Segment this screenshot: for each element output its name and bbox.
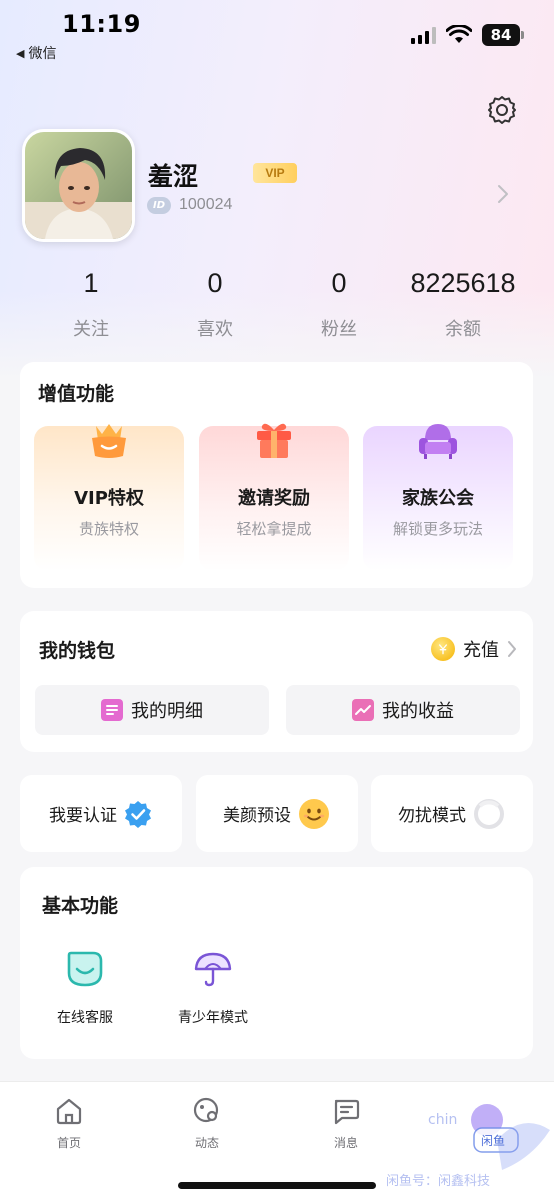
cellular-signal-icon [411, 26, 436, 44]
beauty-label: 美颜预设 [223, 806, 291, 826]
chevron-right-icon[interactable] [496, 183, 510, 205]
stat-label: 余额 [445, 319, 481, 340]
back-label: 微信 [28, 46, 57, 62]
wallet-card: 我的钱包 充值 我的明细 我的收益 [20, 611, 533, 752]
chevron-right-icon [508, 641, 516, 657]
watermark: chin 闲鱼 闲鱼号：闲鑫科技 [382, 1100, 554, 1192]
vip-badge: VIP [253, 163, 297, 183]
status-indicators: 84 [411, 24, 524, 46]
my-detail-button[interactable]: 我的明细 [35, 685, 269, 735]
tab-label: 消息 [333, 1136, 358, 1150]
home-indicator [178, 1182, 376, 1189]
feature-subtitle: 贵族特权 [78, 520, 139, 538]
gift-icon [257, 423, 291, 458]
nickname: 羞涩 [148, 162, 199, 191]
stat-following[interactable]: 1 关注 [29, 268, 153, 341]
income-chart-icon [352, 699, 374, 721]
basic-functions-card: 基本功能 在线客服 青少年模式 [20, 867, 533, 1059]
stat-label: 粉丝 [321, 319, 357, 340]
back-triangle-icon: ◀ [16, 46, 25, 60]
recharge-button[interactable]: 充值 [431, 636, 517, 662]
stat-value: 0 [331, 268, 347, 298]
watermark-text: chin [428, 1112, 458, 1128]
my-detail-label: 我的明细 [131, 701, 203, 722]
feature-title: 家族公会 [402, 488, 474, 509]
stat-likes[interactable]: 0 喜欢 [153, 268, 277, 341]
youth-mode-item[interactable]: 青少年模式 [158, 947, 268, 1027]
watermark-logo-text: 闲鱼 [481, 1134, 506, 1148]
youth-mode-label: 青少年模式 [178, 1010, 248, 1026]
wallet-title: 我的钱包 [39, 640, 116, 662]
feature-subtitle: 轻松拿提成 [236, 520, 312, 538]
tab-label: 动态 [194, 1136, 219, 1150]
basic-functions-title: 基本功能 [42, 895, 119, 917]
verify-label: 我要认证 [49, 806, 117, 826]
back-to-wechat[interactable]: ◀ 微信 [16, 43, 56, 63]
ledger-icon [101, 699, 123, 721]
customer-service-icon [67, 951, 103, 987]
feature-subtitle: 解锁更多玩法 [392, 520, 483, 538]
smiley-face-icon [299, 798, 329, 829]
value-added-title: 增值功能 [38, 383, 115, 405]
stat-value: 8225618 [410, 268, 516, 298]
stat-label: 喜欢 [197, 319, 233, 340]
toggle-ring-icon[interactable] [472, 797, 506, 831]
user-id-row: ID 100024 [147, 196, 232, 214]
avatar[interactable] [22, 129, 135, 242]
feature-title: VIP特权 [74, 488, 144, 509]
sofa-icon [419, 424, 457, 459]
avatar-portrait-icon [25, 132, 132, 239]
verify-card[interactable]: 我要认证 [20, 775, 182, 852]
verified-badge-icon [125, 800, 151, 828]
do-not-disturb-card[interactable]: 勿扰模式 [371, 775, 533, 852]
wifi-icon [446, 25, 472, 43]
my-income-button[interactable]: 我的收益 [286, 685, 520, 735]
feature-title: 邀请奖励 [238, 488, 310, 509]
coin-icon [431, 637, 455, 661]
moments-icon [193, 1097, 219, 1123]
message-icon [334, 1099, 360, 1125]
battery-icon: 84 [482, 24, 524, 46]
tab-label: 首页 [56, 1136, 81, 1150]
user-id-value: 100024 [179, 196, 233, 213]
watermark-caption: 闲鱼号：闲鑫科技 [386, 1174, 491, 1189]
feature-family[interactable]: 家族公会 解锁更多玩法 [363, 424, 513, 571]
beauty-preset-card[interactable]: 美颜预设 [196, 775, 358, 852]
id-icon: ID [147, 196, 171, 214]
stat-fans[interactable]: 0 粉丝 [277, 268, 401, 341]
value-added-card: 增值功能 VIP特权 贵族特权 邀请奖励 轻松拿提成 家族公会 解锁更多玩法 [20, 362, 533, 588]
tab-messages[interactable]: 消息 [306, 1096, 386, 1151]
my-income-label: 我的收益 [382, 701, 454, 722]
stat-label: 关注 [73, 319, 109, 340]
stat-value: 0 [207, 268, 223, 298]
online-service-item[interactable]: 在线客服 [30, 947, 140, 1027]
feature-vip[interactable]: VIP特权 贵族特权 [34, 424, 184, 571]
online-service-label: 在线客服 [57, 1010, 113, 1026]
home-icon [56, 1098, 82, 1125]
status-time: 11:19 [62, 10, 141, 38]
dnd-label: 勿扰模式 [398, 806, 466, 826]
settings-gear-icon[interactable] [486, 94, 518, 126]
tab-moments[interactable]: 动态 [167, 1096, 247, 1151]
tab-home[interactable]: 首页 [29, 1096, 109, 1151]
stat-value: 1 [83, 268, 99, 298]
feature-invite[interactable]: 邀请奖励 轻松拿提成 [199, 423, 349, 571]
recharge-label: 充值 [463, 640, 499, 661]
umbrella-icon [194, 952, 232, 987]
stat-balance[interactable]: 8225618 余额 [401, 268, 525, 341]
crown-basket-icon [92, 424, 126, 458]
